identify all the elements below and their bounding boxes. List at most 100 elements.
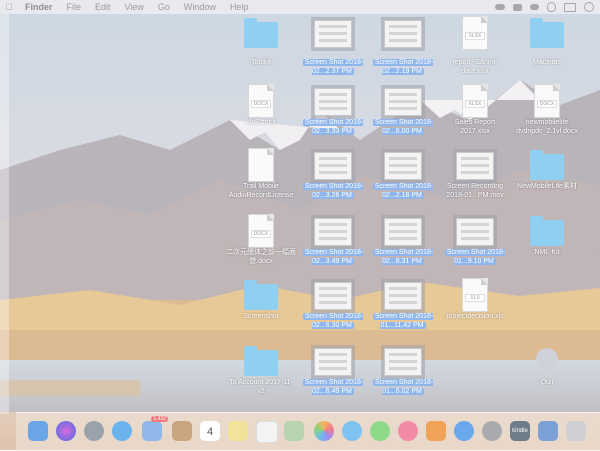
desktop-item[interactable]: Eps	[572, 146, 600, 210]
file-type-tag: DOCX	[251, 230, 271, 238]
file-type-tag: XLS	[465, 294, 485, 302]
screenshot-thumbnail-icon	[314, 88, 352, 116]
folder-icon	[530, 216, 564, 246]
notes-icon[interactable]	[228, 421, 248, 441]
desktop-item[interactable]: Screen Shot 2018-02...2.37 PM	[298, 20, 368, 84]
label-text: 二次元總体之前一幅面營.docx	[226, 249, 296, 265]
menu-edit[interactable]: Edit	[88, 2, 118, 12]
file-type-tag: DOCX	[251, 100, 271, 108]
desktop-item-label: Screen Shot 2018-02...2.19 PM	[368, 58, 438, 76]
camera-icon[interactable]	[513, 3, 522, 11]
label-text: Screen Shot 2018-02...6.49 PM	[302, 379, 364, 395]
document-icon: XLSX	[462, 84, 488, 118]
finder-icon[interactable]	[28, 421, 48, 441]
label-text: Screen Shot 2018-02...3.26 PM	[302, 183, 364, 199]
app-icon	[536, 344, 558, 370]
label-text: Screen Shot 2018-01...9.10 PM	[444, 249, 506, 265]
desktop-item[interactable]: Toolkit	[226, 20, 296, 84]
menu-view[interactable]: View	[118, 2, 151, 12]
desktop-item[interactable]: Screen Recording 2018-01...PM.mov	[440, 146, 510, 210]
mail-icon[interactable]: 1,432	[142, 416, 168, 441]
desktop-item-label: Eps	[572, 182, 600, 191]
desktop-item-label: Screenshot	[226, 312, 296, 321]
desktop-item[interactable]: DOCX xls8.docx	[226, 82, 296, 146]
kindle-icon[interactable]: kindle	[510, 421, 530, 441]
desktop-item[interactable]: Screen Shot 2018-02...3.26 PM	[298, 146, 368, 210]
dock: 1,432 4 kindle	[16, 412, 600, 451]
label-text: NewMobileLife素材	[517, 183, 577, 190]
desktop-item[interactable]: INV	[572, 212, 600, 276]
utility-icon[interactable]	[566, 421, 586, 441]
menu-help[interactable]: Help	[223, 2, 256, 12]
menu-file[interactable]: File	[60, 2, 89, 12]
desktop-item[interactable]: Quit	[512, 342, 582, 406]
system-preferences-icon[interactable]	[482, 421, 502, 441]
desktop-item[interactable]: Screen Shot 2018-01...11.42 PM	[368, 276, 438, 340]
screenshot-thumbnail-icon	[384, 88, 422, 116]
clock-icon[interactable]	[584, 2, 594, 12]
desktop-item[interactable]: Screen Shot 2018-01...6.02 PM	[368, 342, 438, 406]
desktop-item[interactable]: Screen Shot 2018-02...6.30 PM	[298, 276, 368, 340]
task-app-icon[interactable]	[538, 421, 558, 441]
books-icon[interactable]	[426, 421, 446, 441]
label-text: Screen Shot 2018-02...2.19 PM	[372, 59, 434, 75]
desktop-item-label: Screen Shot 2018-02...2.18 PM	[368, 182, 438, 200]
apple-menu-icon[interactable]: 	[0, 2, 18, 12]
reminders-icon[interactable]	[256, 421, 278, 443]
desktop-item[interactable]: report--Sanmi-data.xlsx	[440, 20, 510, 84]
desktop-item[interactable]: Trail Mobile AudioRecordLicense	[226, 146, 296, 210]
itunes-icon[interactable]	[398, 421, 418, 441]
desktop-item[interactable]: Screenshot	[226, 276, 296, 340]
desktop-item[interactable]: Screen Shot 2018-02...6.49 PM	[298, 342, 368, 406]
desktop-item[interactable]: Screen Shot 2018-02...3.33 PM	[298, 82, 368, 146]
game-controller-icon[interactable]	[530, 4, 539, 10]
desktop-item[interactable]: Screen Shot 2018-02...6.00 PM	[368, 82, 438, 146]
label-text: Screen Recording 2018-01...PM.mov	[446, 183, 504, 199]
ear-icon[interactable]	[547, 2, 556, 12]
desktop-item[interactable]: Screen Shot 2018-02...8.31 PM	[368, 212, 438, 276]
launchpad-icon[interactable]	[84, 421, 104, 441]
label-text: report--Sanmi-data.xlsx	[452, 59, 498, 75]
desktop-item[interactable]: To Account 2017-11-v2	[226, 342, 296, 406]
calendar-icon[interactable]: 4	[200, 421, 220, 441]
kindle-label: kindle	[512, 428, 528, 434]
label-text: Screenshot	[243, 313, 279, 320]
label-text: Screen Shot 2018-02...8.31 PM	[372, 249, 434, 265]
label-text: NML-Kit	[534, 249, 560, 256]
contacts-icon[interactable]	[172, 421, 192, 441]
label-text: xls8.docx	[246, 119, 276, 126]
screenshot-thumbnail-icon	[384, 152, 422, 180]
document-icon	[248, 148, 274, 182]
desktop-item[interactable]: Macintos	[512, 20, 582, 84]
menu-go[interactable]: Go	[151, 2, 177, 12]
photos-icon[interactable]	[314, 421, 334, 441]
siri-icon[interactable]	[56, 421, 76, 441]
file-type-tag: XLSX	[465, 100, 485, 108]
desktop-item[interactable]: XLS projectdecision.xls	[440, 276, 510, 340]
screenshot-thumbnail-icon	[314, 218, 352, 246]
app-store-icon[interactable]	[454, 421, 474, 441]
desktop-item-label: Screen Shot 2018-01...6.02 PM	[368, 378, 438, 396]
desktop-item[interactable]: Screen Shot 2018-02...2.19 PM	[368, 20, 438, 84]
desktop-item[interactable]: DOCX 二次元總体之前一幅面營.docx	[226, 212, 296, 276]
folder-icon	[530, 150, 564, 180]
screenshot-thumbnail-icon	[384, 218, 422, 246]
label-text: Sales Report 2017.xlsx	[454, 119, 496, 135]
menu-window[interactable]: Window	[177, 2, 223, 12]
label-text: Trail Mobile AudioRecordLicense	[228, 183, 294, 199]
menu-finder[interactable]: Finder	[18, 2, 60, 12]
desktop-item[interactable]: Screen Shot 2018-01...9.10 PM	[440, 212, 510, 276]
desktop-item-label: Screen Shot 2018-02...3.49 PM	[298, 248, 368, 266]
safari-icon[interactable]	[112, 421, 132, 441]
desktop-item[interactable]: DOCX newmobilelife dvdripdc_2.1vl.docx	[512, 82, 582, 146]
facetime-icon[interactable]	[370, 421, 390, 441]
monitor-icon[interactable]	[564, 2, 576, 12]
preview-icon[interactable]	[284, 421, 304, 441]
messages-icon[interactable]	[342, 421, 362, 441]
desktop-item[interactable]: XLSX Sales Report 2017.xlsx	[440, 82, 510, 146]
cloud-icon[interactable]	[495, 4, 505, 10]
desktop-item[interactable]: Screen Shot 2018-02...2.18 PM	[368, 146, 438, 210]
desktop-item-label: Macintos	[512, 58, 582, 67]
desktop-item[interactable]: Screen Shot 2018-02...3.49 PM	[298, 212, 368, 276]
window-edge	[0, 14, 9, 414]
